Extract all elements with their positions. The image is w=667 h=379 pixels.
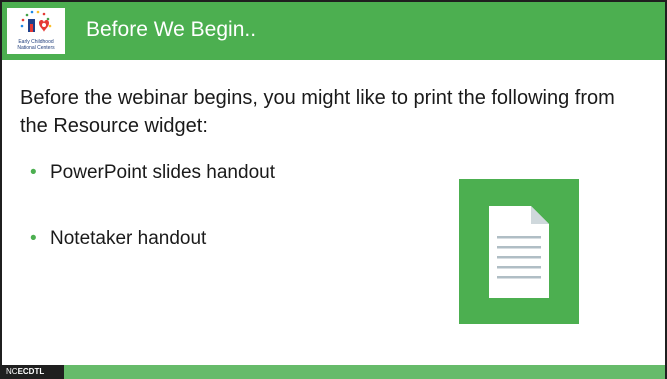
slide-title: Before We Begin..: [86, 18, 257, 41]
footer-bar: NCECDTL: [2, 365, 665, 379]
footer-brand: NCECDTL: [2, 365, 64, 379]
slide: Early Childhood National Centers Before …: [0, 0, 667, 379]
bullet-icon: •: [30, 228, 37, 249]
logo: Early Childhood National Centers: [7, 8, 65, 54]
list-item: • Notetaker handout: [30, 226, 275, 292]
document-icon: [489, 206, 549, 298]
bullet-label: Notetaker handout: [50, 228, 207, 249]
logo-text: Early Childhood National Centers: [7, 39, 65, 51]
document-tile: [459, 179, 579, 324]
bullet-icon: •: [30, 162, 37, 183]
logo-line-2: National Centers: [17, 45, 55, 51]
bullet-label: PowerPoint slides handout: [50, 162, 275, 183]
intro-text: Before the webinar begins, you might lik…: [20, 87, 615, 137]
footer-brand-prefix: NC: [6, 367, 18, 376]
header-bar: Early Childhood National Centers Before …: [2, 2, 665, 60]
bullet-list: • PowerPoint slides handout • Notetaker …: [30, 160, 275, 292]
ecnc-logo-icon: [20, 10, 52, 32]
list-item: • PowerPoint slides handout: [30, 160, 275, 226]
footer-brand-suffix: ECDTL: [17, 367, 45, 376]
